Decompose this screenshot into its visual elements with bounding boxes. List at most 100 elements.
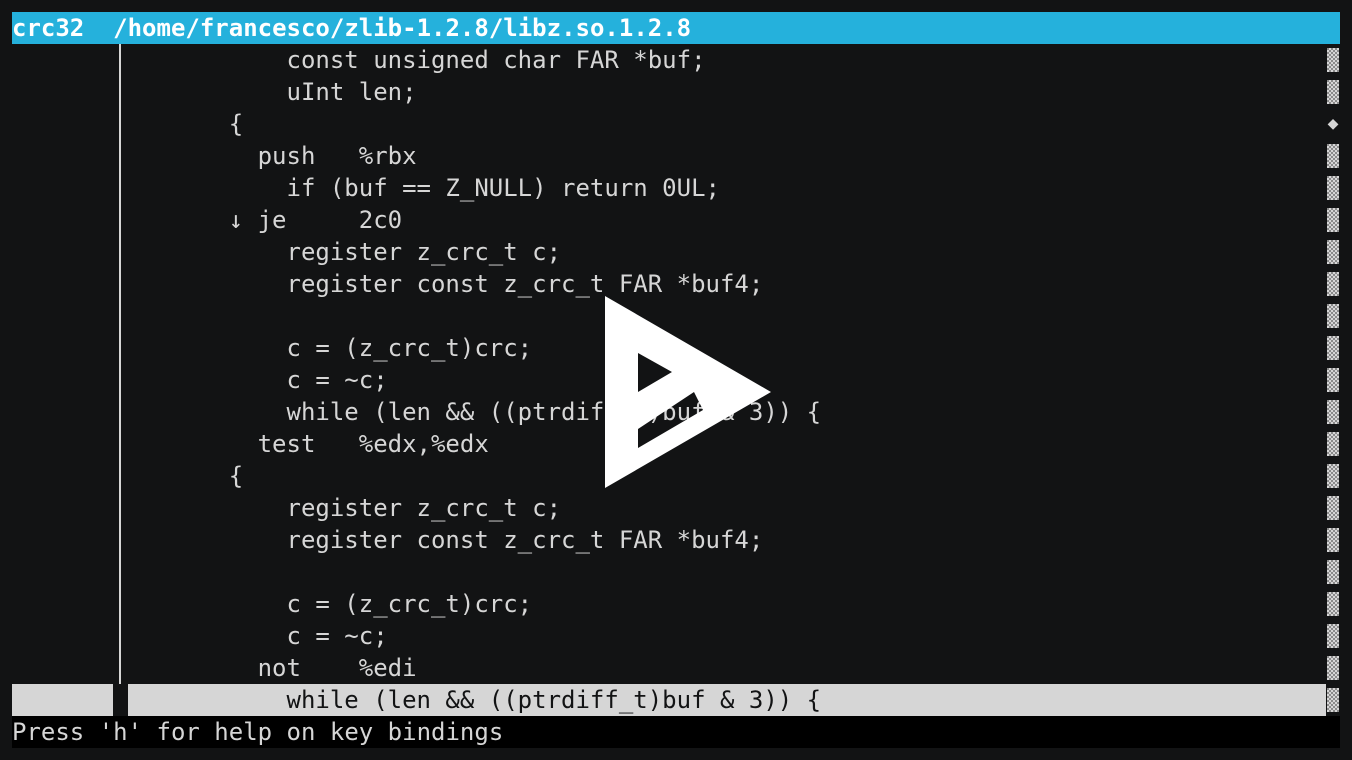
scrollbar-track-cell[interactable] bbox=[1326, 428, 1340, 460]
code-line[interactable]: register const z_crc_t FAR *buf4; bbox=[12, 524, 1326, 556]
line-gutter bbox=[12, 588, 113, 620]
scrollbar-shade bbox=[1327, 496, 1339, 520]
scrollbar-track-cell[interactable] bbox=[1326, 524, 1340, 556]
line-gutter bbox=[12, 108, 113, 140]
status-bar: Press 'h' for help on key bindings bbox=[12, 716, 1340, 748]
gutter-separator bbox=[119, 76, 121, 108]
gutter-separator bbox=[119, 204, 121, 236]
scrollbar-shade bbox=[1327, 304, 1339, 328]
scrollbar-shade bbox=[1327, 624, 1339, 648]
scrollbar-track-cell[interactable] bbox=[1326, 588, 1340, 620]
line-gutter bbox=[12, 492, 113, 524]
scrollbar-shade bbox=[1327, 592, 1339, 616]
scrollbar-track-cell[interactable] bbox=[1326, 492, 1340, 524]
gutter-separator bbox=[115, 684, 117, 716]
scrollbar-track-cell[interactable] bbox=[1326, 204, 1340, 236]
scrollbar-track-cell[interactable] bbox=[1326, 76, 1340, 108]
scrollbar-shade bbox=[1327, 272, 1339, 296]
scrollbar-shade bbox=[1327, 560, 1339, 584]
line-gutter bbox=[12, 428, 113, 460]
scrollbar-shade bbox=[1327, 48, 1339, 72]
scrollbar-shade bbox=[1327, 80, 1339, 104]
code-line-text: register z_crc_t c; bbox=[142, 494, 562, 522]
scrollbar-shade bbox=[1327, 528, 1339, 552]
code-line-text: c = ~c; bbox=[142, 366, 388, 394]
gutter-separator bbox=[119, 44, 121, 76]
line-gutter bbox=[12, 172, 113, 204]
code-line[interactable]: c = ~c; bbox=[12, 620, 1326, 652]
scrollbar-shade bbox=[1327, 400, 1339, 424]
code-line-text: register z_crc_t c; bbox=[142, 238, 562, 266]
gutter-separator bbox=[119, 396, 121, 428]
code-line[interactable]: register z_crc_t c; bbox=[12, 236, 1326, 268]
scrollbar-shade bbox=[1327, 464, 1339, 488]
scrollbar-track-cell[interactable] bbox=[1326, 236, 1340, 268]
code-line[interactable]: c = (z_crc_t)crc; bbox=[12, 588, 1326, 620]
scrollbar-track-cell[interactable] bbox=[1326, 364, 1340, 396]
line-gutter bbox=[12, 396, 113, 428]
gutter-separator bbox=[119, 140, 121, 172]
code-line-text: c = (z_crc_t)crc; bbox=[142, 590, 533, 618]
play-logo-icon[interactable] bbox=[605, 296, 771, 488]
gutter-separator bbox=[119, 108, 121, 140]
gutter-separator bbox=[119, 236, 121, 268]
gutter-separator bbox=[119, 460, 121, 492]
scrollbar-track-cell[interactable] bbox=[1326, 556, 1340, 588]
code-line[interactable]: if (buf == Z_NULL) return 0UL; bbox=[12, 172, 1326, 204]
scrollbar-track-cell[interactable] bbox=[1326, 172, 1340, 204]
scrollbar-shade bbox=[1327, 240, 1339, 264]
gutter-separator bbox=[119, 620, 121, 652]
code-line[interactable]: register z_crc_t c; bbox=[12, 492, 1326, 524]
line-gutter bbox=[12, 140, 113, 172]
line-gutter bbox=[12, 364, 113, 396]
gutter-separator bbox=[119, 332, 121, 364]
code-line[interactable]: push %rbx bbox=[12, 140, 1326, 172]
code-line-text: if (buf == Z_NULL) return 0UL; bbox=[142, 174, 720, 202]
code-line[interactable]: not %edi bbox=[12, 652, 1326, 684]
code-line-text: test %edx,%edx bbox=[142, 430, 489, 458]
scrollbar-shade bbox=[1327, 144, 1339, 168]
gutter-separator bbox=[119, 652, 121, 684]
code-line[interactable]: const unsigned char FAR *buf; bbox=[12, 44, 1326, 76]
code-line[interactable]: ↓ je 2c0 bbox=[12, 204, 1326, 236]
code-line[interactable] bbox=[12, 556, 1326, 588]
code-line-text: not %edi bbox=[142, 654, 417, 682]
scrollbar-track-cell[interactable] bbox=[1326, 140, 1340, 172]
gutter-separator bbox=[119, 300, 121, 332]
terminal-window: crc32 /home/francesco/zlib-1.2.8/libz.so… bbox=[12, 12, 1340, 748]
scrollbar-track-cell[interactable] bbox=[1326, 652, 1340, 684]
line-gutter bbox=[12, 524, 113, 556]
scrollbar-shade bbox=[1327, 688, 1339, 712]
selected-code-line[interactable]: while (len && ((ptrdiff_t)buf & 3)) { bbox=[12, 684, 1326, 716]
gutter-separator bbox=[119, 364, 121, 396]
code-line-text: { bbox=[142, 462, 244, 490]
line-gutter bbox=[12, 76, 113, 108]
line-gutter bbox=[12, 332, 113, 364]
code-line[interactable]: uInt len; bbox=[12, 76, 1326, 108]
code-line-text: push %rbx bbox=[142, 142, 417, 170]
scrollbar-track-cell[interactable] bbox=[1326, 44, 1340, 76]
scrollbar-shade bbox=[1327, 432, 1339, 456]
scrollbar-shade bbox=[1327, 208, 1339, 232]
scrollbar-shade bbox=[1327, 656, 1339, 680]
scrollbar-track-cell[interactable] bbox=[1326, 396, 1340, 428]
line-gutter bbox=[12, 268, 113, 300]
scrollbar-track-cell[interactable] bbox=[1326, 268, 1340, 300]
gutter-separator bbox=[120, 684, 122, 716]
gutter-separator bbox=[119, 588, 121, 620]
scrollbar-track-cell[interactable] bbox=[1326, 684, 1340, 716]
scrollbar-track-cell[interactable] bbox=[1326, 460, 1340, 492]
code-line-text: c = (z_crc_t)crc; bbox=[142, 334, 533, 362]
line-gutter bbox=[12, 684, 113, 716]
code-line[interactable]: { bbox=[12, 108, 1326, 140]
line-gutter bbox=[12, 236, 113, 268]
scrollbar-track-cell[interactable] bbox=[1326, 332, 1340, 364]
scrollbar-thumb[interactable]: ◆ bbox=[1326, 108, 1340, 140]
scrollbar-track-cell[interactable] bbox=[1326, 620, 1340, 652]
line-gutter bbox=[12, 620, 113, 652]
gutter-separator bbox=[119, 492, 121, 524]
line-gutter bbox=[12, 300, 113, 332]
scrollbar-thumb-glyph: ◆ bbox=[1327, 113, 1339, 134]
scrollbar-track-cell[interactable] bbox=[1326, 300, 1340, 332]
scrollbar[interactable]: ◆ bbox=[1326, 44, 1340, 716]
